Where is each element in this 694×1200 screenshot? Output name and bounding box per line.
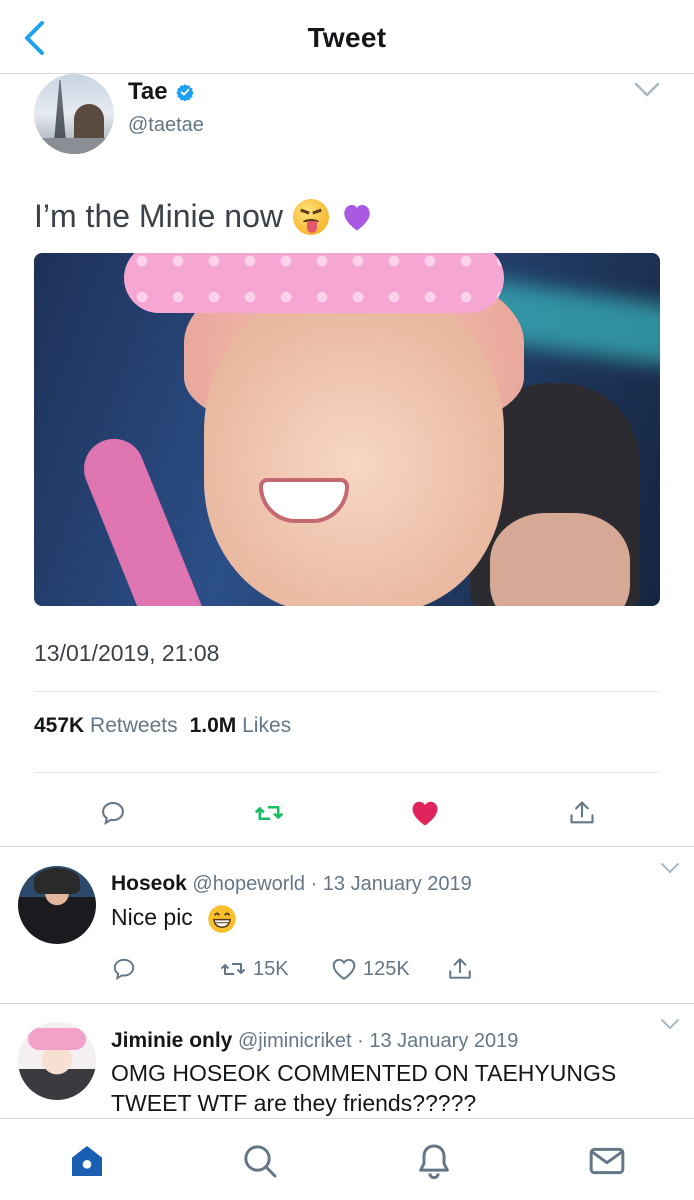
pink-bow-graphic (124, 253, 504, 313)
heart-outline-icon (332, 958, 356, 980)
verified-badge-icon (175, 84, 194, 101)
purple-heart-icon (344, 204, 370, 230)
reply-bubble-icon (113, 958, 135, 981)
section-separator (0, 1003, 694, 1004)
likes-count: 1.0M (189, 714, 237, 737)
tweet-photo[interactable] (34, 253, 660, 606)
reply-author-name[interactable]: Hoseok (111, 872, 187, 895)
retweet-icon (220, 963, 246, 975)
divider (34, 772, 660, 773)
reply-text: OMG HOSEOK COMMENTED ON TAEHYUNGS TWEET … (111, 1058, 616, 1118)
reply-author-name[interactable]: Jiminie only (111, 1029, 232, 1052)
tweet-stats: 457K Retweets 1.0M Likes (34, 714, 291, 738)
page-title: Tweet (307, 22, 387, 53)
reply-author-handle[interactable]: @hopeworld (192, 873, 305, 895)
chevron-down-icon[interactable] (634, 82, 660, 98)
reply-actions: 15K 125K (111, 956, 473, 982)
retweets-stat[interactable]: 457K Retweets (34, 714, 178, 738)
reply-date: · 13 January 2019 (310, 873, 472, 895)
bell-icon (419, 1144, 449, 1180)
likes-stat[interactable]: 1.0M Likes (190, 714, 292, 738)
search-icon (244, 1145, 277, 1178)
nav-notifications-tab[interactable] (412, 1139, 456, 1183)
nav-home-tab[interactable] (65, 1139, 109, 1183)
share-icon (449, 958, 471, 979)
chevron-down-icon[interactable] (660, 1018, 680, 1030)
author-handle[interactable]: @taetae (128, 114, 204, 137)
likes-label: Likes (242, 714, 292, 737)
mail-icon (589, 1147, 625, 1175)
reply-text-line: OMG HOSEOK COMMENTED ON TAEHYUNGS (111, 1060, 617, 1086)
nav-search-tab[interactable] (238, 1139, 282, 1183)
divider (34, 691, 660, 692)
avatar[interactable] (18, 866, 96, 944)
avatar[interactable] (34, 74, 114, 154)
nav-messages-tab[interactable] (585, 1139, 629, 1183)
share-icon (570, 801, 594, 824)
ground-graphic (34, 138, 114, 154)
lightstick-graphic (74, 429, 214, 606)
tweet-text: I’m the Minie now (34, 198, 283, 234)
reply-bubble-icon (102, 802, 124, 826)
reply-header: Hoseok @hopeworld · 13 January 2019 (111, 872, 472, 896)
retweets-label: Retweets (90, 714, 178, 737)
like-button[interactable] (408, 796, 442, 830)
retweet-icon (254, 805, 284, 821)
section-separator (0, 846, 694, 847)
reply-text: Nice pic (111, 904, 193, 930)
tweet-actions (0, 796, 694, 846)
top-bar: Tweet (0, 0, 694, 74)
home-icon (72, 1146, 102, 1176)
author-name-row[interactable]: Tae (128, 78, 194, 106)
retweet-count: 15K (253, 957, 289, 980)
chevron-down-icon[interactable] (660, 862, 680, 874)
reply-text-row: Nice pic (111, 902, 237, 934)
avatar[interactable] (18, 1022, 96, 1100)
reply-date: · 13 January 2019 (357, 1030, 519, 1052)
author-name: Tae (128, 78, 168, 105)
retweet-button[interactable]: 15K (219, 957, 331, 981)
tweet-text-row: I’m the Minie now (34, 198, 375, 235)
share-button[interactable] (447, 956, 473, 982)
face-graphic (204, 283, 504, 606)
like-count: 125K (363, 957, 410, 980)
tweet-timestamp: 13/01/2019, 21:08 (34, 640, 220, 666)
reply-author-handle[interactable]: @jiminicriket (238, 1030, 352, 1052)
like-button[interactable]: 125K (331, 957, 447, 981)
bottom-navigation (0, 1118, 694, 1200)
retweet-button[interactable] (252, 796, 286, 830)
heart-icon (412, 801, 438, 826)
reply-button[interactable] (111, 956, 219, 982)
reply-button[interactable] (96, 796, 130, 830)
reply-header: Jiminie only @jiminicriket · 13 January … (111, 1029, 518, 1053)
share-button[interactable] (565, 796, 599, 830)
tongue-squint-emoji-icon (292, 198, 329, 235)
reply-text-line: TWEET WTF are they friends????? (111, 1090, 477, 1116)
grinning-emoji-icon (208, 905, 236, 933)
eiffel-tower-graphic (54, 80, 66, 142)
retweets-count: 457K (34, 714, 85, 737)
